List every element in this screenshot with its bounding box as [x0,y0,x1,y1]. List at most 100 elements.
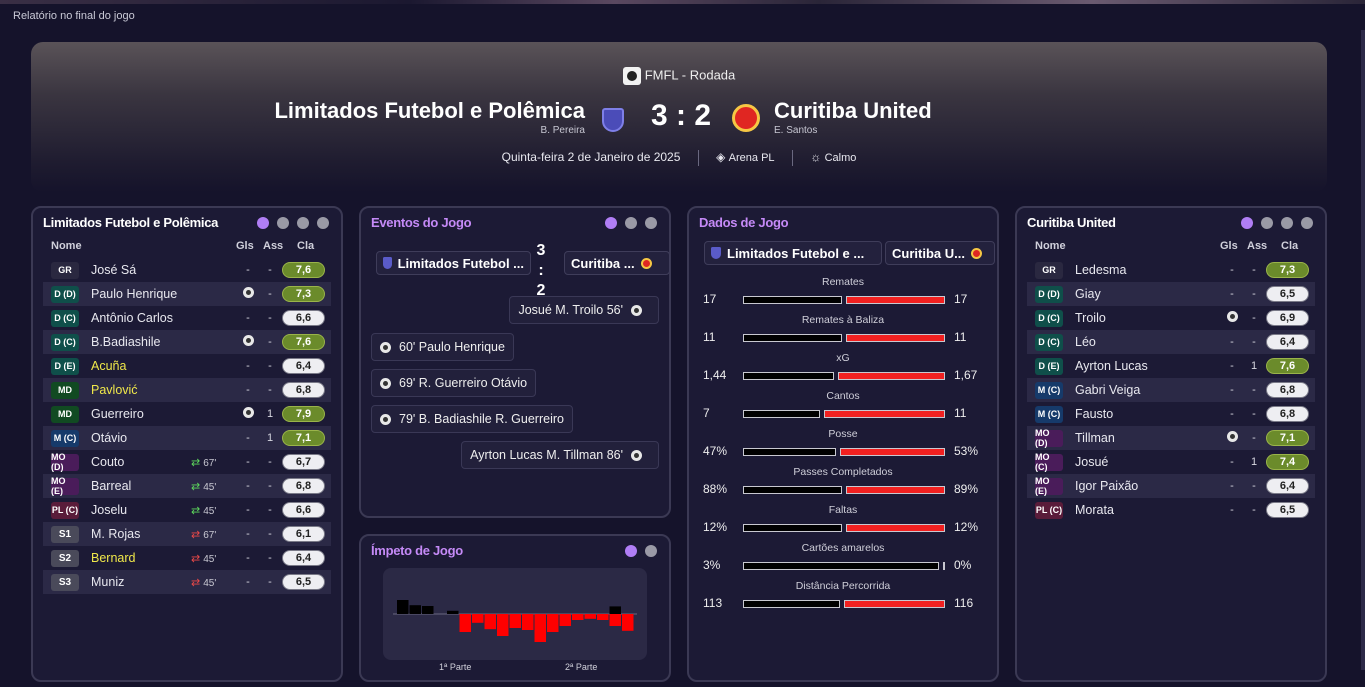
player-row[interactable]: PL (C) Joselu ⇄ 45' - -6,6 [43,498,331,522]
player-row[interactable]: M (C) Otávio - 1 7,1 [43,426,331,450]
player-row[interactable]: MO (E) Igor Paixão - -6,4 [1027,474,1315,498]
stats-away-team[interactable]: Curitiba U... [885,241,995,265]
col-name[interactable]: Nome [1035,240,1066,252]
player-name[interactable]: Otávio [91,431,127,445]
page-dot[interactable] [1301,217,1313,229]
stats-home-team[interactable]: Limitados Futebol e ... [704,241,882,265]
player-name[interactable]: B.Badiashile [91,335,161,349]
events-home-team[interactable]: Limitados Futebol ... [376,251,531,275]
player-name[interactable]: Troilo [1075,311,1106,325]
player-name[interactable]: Pavlović [91,383,138,397]
player-row[interactable]: D (D) Paulo Henrique -7,3 [43,282,331,306]
player-name[interactable]: Couto [91,455,124,469]
player-row[interactable]: D (E) Ayrton Lucas - 1 7,6 [1027,354,1315,378]
goals-value: - [246,360,250,372]
player-row[interactable]: D (C) B.Badiashile -7,6 [43,330,331,354]
page-dot[interactable] [297,217,309,229]
page-dot[interactable] [605,217,617,229]
col-rating[interactable]: Cla [297,240,314,252]
player-name[interactable]: Léo [1075,335,1096,349]
player-name[interactable]: Gabri Veiga [1075,383,1140,397]
away-team-block[interactable]: Curitiba United E. Santos [774,98,932,136]
col-assists[interactable]: Ass [263,240,283,252]
player-row[interactable]: MD Pavlović - -6,8 [43,378,331,402]
col-goals[interactable]: Gls [236,240,254,252]
page-dot[interactable] [277,217,289,229]
page-dot[interactable] [317,217,329,229]
player-name[interactable]: Morata [1075,503,1114,517]
momentum-bar-away [472,614,484,623]
player-name[interactable]: Barreal [91,479,131,493]
player-row[interactable]: S1 M. Rojas ⇄ 67' - -6,1 [43,522,331,546]
player-name[interactable]: Ledesma [1075,263,1126,277]
player-name[interactable]: Antônio Carlos [91,311,173,325]
player-row[interactable]: D (D) Giay - -6,5 [1027,282,1315,306]
col-goals[interactable]: Gls [1220,240,1238,252]
player-name[interactable]: Guerreiro [91,407,144,421]
player-name[interactable]: Fausto [1075,407,1113,421]
col-rating[interactable]: Cla [1281,240,1298,252]
player-row[interactable]: MO (E) Barreal ⇄ 45' - -6,8 [43,474,331,498]
player-row[interactable]: MD Guerreiro 1 7,9 [43,402,331,426]
event-item[interactable]: 69' R. Guerreiro Otávio [371,369,537,397]
panel-pager[interactable] [1241,217,1313,229]
away-team-name[interactable]: Curitiba United [774,98,932,124]
player-name[interactable]: Bernard [91,551,135,565]
player-row[interactable]: M (C) Fausto - -6,8 [1027,402,1315,426]
panel-pager[interactable] [625,545,657,557]
player-name[interactable]: Tillman [1075,431,1115,445]
event-item[interactable]: Josué M. Troilo 56' [509,296,659,324]
player-row[interactable]: MO (D) Tillman -7,1 [1027,426,1315,450]
col-assists[interactable]: Ass [1247,240,1267,252]
position-badge: S2 [51,549,79,567]
player-row[interactable]: S2 Bernard ⇄ 45' - -6,4 [43,546,331,570]
player-name[interactable]: Giay [1075,287,1101,301]
page-dot[interactable] [257,217,269,229]
page-dot[interactable] [645,545,657,557]
player-row[interactable]: PL (C) Morata - -6,5 [1027,498,1315,522]
stat-label: Remates [821,276,864,288]
score: 3 : 2 [650,99,712,132]
event-item[interactable]: Ayrton Lucas M. Tillman 86' [461,441,659,469]
page-dot[interactable] [645,217,657,229]
stat-away-value: 1,67 [954,368,978,382]
player-row[interactable]: M (C) Gabri Veiga - -6,8 [1027,378,1315,402]
page-dot[interactable] [1261,217,1273,229]
page-dot[interactable] [1281,217,1293,229]
player-row[interactable]: D (C) Troilo -6,9 [1027,306,1315,330]
player-name[interactable]: Paulo Henrique [91,287,177,301]
player-name[interactable]: Ayrton Lucas [1075,359,1148,373]
page-dot[interactable] [625,545,637,557]
player-row[interactable]: D (C) Léo - -6,4 [1027,330,1315,354]
page-dot[interactable] [625,217,637,229]
player-row[interactable]: GR José Sá - -7,6 [43,258,331,282]
panel-pager[interactable] [257,217,329,229]
player-name[interactable]: José Sá [91,263,136,277]
player-name[interactable]: Acuña [91,359,126,373]
player-name[interactable]: Josué [1075,455,1108,469]
player-row[interactable]: MO (C) Josué - 1 7,4 [1027,450,1315,474]
page-dot[interactable] [1241,217,1253,229]
home-team-name[interactable]: Limitados Futebol e Polêmica [274,98,585,124]
player-name[interactable]: Igor Paixão [1075,479,1138,493]
player-row[interactable]: GR Ledesma - -7,3 [1027,258,1315,282]
col-name[interactable]: Nome [51,240,82,252]
player-row[interactable]: D (C) Antônio Carlos - -6,6 [43,306,331,330]
goals-value: - [1230,288,1234,300]
home-team-block[interactable]: Limitados Futebol e Polêmica B. Pereira [274,98,585,136]
event-item[interactable]: 79' B. Badiashile R. Guerreiro [371,405,573,433]
player-row[interactable]: S3 Muniz ⇄ 45' - -6,5 [43,570,331,594]
player-row[interactable]: MO (D) Couto ⇄ 67' - -6,7 [43,450,331,474]
player-name[interactable]: Muniz [91,575,124,589]
event-text: 69' R. Guerreiro Otávio [399,376,528,390]
player-name[interactable]: M. Rojas [91,527,140,541]
player-row[interactable]: D (E) Acuña - -6,4 [43,354,331,378]
assists-value: - [268,384,272,396]
scrollbar[interactable] [1361,30,1365,670]
stat-away-bar [838,372,945,380]
panel-pager[interactable] [605,217,657,229]
events-away-team[interactable]: Curitiba ... [564,251,670,275]
event-text: 60' Paulo Henrique [399,340,505,354]
event-item[interactable]: 60' Paulo Henrique [371,333,514,361]
player-name[interactable]: Joselu [91,503,127,517]
